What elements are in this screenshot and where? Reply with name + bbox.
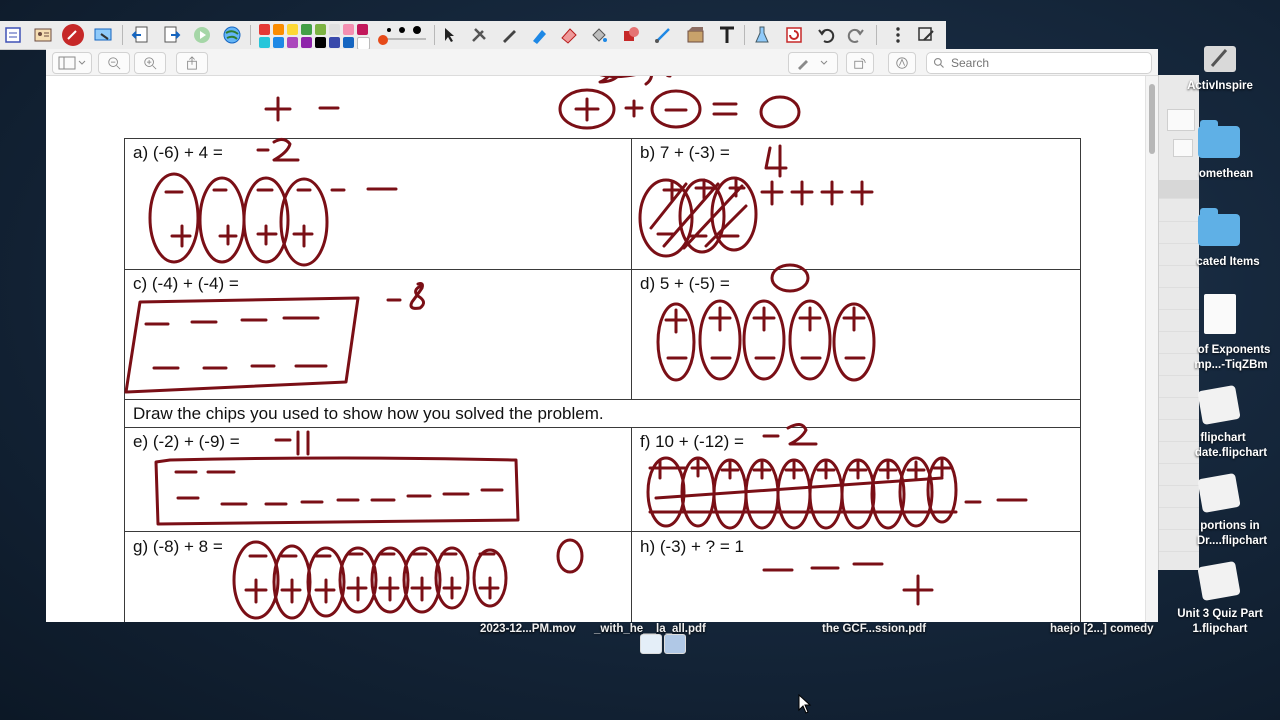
scroll-thumb[interactable] (1149, 84, 1155, 154)
page-forward-icon[interactable] (160, 24, 182, 46)
tools-icon[interactable] (468, 24, 490, 46)
desktop-item-label-line2: mp...-TiqZBm (1194, 359, 1268, 371)
problem-f-text: f) 10 + (-12) = (640, 432, 744, 451)
color-swatch[interactable] (343, 37, 354, 48)
document-toolbar (46, 49, 1158, 76)
desktop-item-label: ActivInspire (1187, 80, 1253, 92)
document-scrollbar[interactable] (1145, 76, 1158, 622)
presenter-icon[interactable] (32, 24, 54, 46)
more-icon[interactable] (887, 24, 909, 46)
play-icon[interactable] (191, 24, 213, 46)
color-swatch[interactable] (329, 37, 340, 48)
pen-icon[interactable] (498, 24, 520, 46)
desktop-item-label: cated Items (1196, 256, 1260, 268)
desktop-file-label[interactable]: 2023-12...PM.mov (480, 623, 576, 635)
page-back-icon[interactable] (130, 24, 152, 46)
desktop-item-label: of Exponents (1197, 344, 1271, 356)
problem-a-text: a) (-6) + 4 = (133, 143, 223, 162)
undo-icon[interactable] (815, 24, 837, 46)
folder-icon (1198, 208, 1240, 246)
zoom-in-button[interactable] (134, 52, 166, 74)
minimized-window-icon[interactable] (664, 634, 686, 654)
worksheet-page: a) (-6) + 4 = b) 7 + (-3) = c) (-4) + (-… (46, 76, 1158, 622)
search-input[interactable] (949, 55, 1143, 71)
desktop-file-label[interactable]: haejo [2...] comedy (1050, 623, 1154, 635)
color-swatch[interactable] (287, 24, 298, 35)
reset-icon[interactable] (783, 24, 805, 46)
pen-width-slider[interactable] (374, 24, 432, 46)
flipchart-file-icon (1197, 560, 1241, 602)
color-swatch[interactable] (259, 24, 270, 35)
color-swatch[interactable] (357, 24, 368, 35)
desktop-item-label: omethean (1198, 168, 1254, 180)
activinspire-icon (1204, 46, 1236, 72)
search-field[interactable] (926, 52, 1152, 74)
fill-icon[interactable] (588, 24, 610, 46)
mouse-cursor-icon (798, 694, 812, 714)
highlighter-icon[interactable] (528, 24, 550, 46)
connector-icon[interactable] (652, 24, 674, 46)
color-swatch[interactable] (343, 24, 354, 35)
color-swatch[interactable] (315, 24, 326, 35)
document-icon (1204, 294, 1236, 334)
annotate-circle-button[interactable] (888, 52, 916, 74)
desktop-item-label-line2: 1.flipchart (1192, 623, 1248, 635)
problem-e-text: e) (-2) + (-9) = (133, 432, 240, 451)
problem-c-text: c) (-4) + (-4) = (133, 274, 239, 293)
desktop-file-label[interactable]: the GCF...ssion.pdf (822, 623, 926, 635)
desktop-item-label-line2: date.flipchart (1194, 447, 1268, 459)
color-swatch[interactable] (259, 37, 270, 48)
document-window: a) (-6) + 4 = b) 7 + (-3) = c) (-4) + (-… (46, 49, 1158, 622)
eraser-icon[interactable] (558, 24, 580, 46)
lab-icon[interactable] (751, 24, 773, 46)
annotation-toolbar (0, 21, 946, 50)
sidebar-toggle-button[interactable] (52, 52, 92, 74)
marquee-icon[interactable] (684, 24, 706, 46)
color-swatch[interactable] (273, 37, 284, 48)
desktop-item-label: Unit 3 Quiz Part (1177, 608, 1263, 620)
share-button[interactable] (176, 52, 208, 74)
color-swatch[interactable] (315, 37, 326, 48)
shape-icon[interactable] (620, 24, 642, 46)
minimized-window-icon[interactable] (640, 634, 662, 654)
background-window (1158, 75, 1199, 570)
select-arrow-icon[interactable] (438, 24, 460, 46)
desktop-annotate-icon[interactable] (92, 24, 114, 46)
problem-g-text: g) (-8) + 8 = (133, 537, 223, 556)
desktop-item-label: flipchart (1200, 432, 1246, 444)
color-swatch[interactable] (287, 37, 298, 48)
markup-button[interactable] (788, 52, 838, 74)
desktop-tools-icon[interactable] (915, 24, 937, 46)
text-icon[interactable] (716, 24, 738, 46)
desktop-item-label: portions in (1200, 520, 1260, 532)
zoom-out-button[interactable] (98, 52, 130, 74)
color-swatch[interactable] (301, 24, 312, 35)
problem-b-text: b) 7 + (-3) = (640, 143, 730, 162)
folder-icon (1198, 120, 1240, 158)
globe-icon[interactable] (221, 24, 243, 46)
search-icon (933, 57, 944, 68)
flipchart-file-icon (1197, 472, 1241, 514)
rotate-button[interactable] (846, 52, 874, 74)
redo-icon[interactable] (845, 24, 867, 46)
flipchart-file-icon (1197, 384, 1241, 426)
color-swatch[interactable] (273, 24, 284, 35)
pen-red-icon[interactable] (62, 24, 84, 46)
instruction-text: Draw the chips you used to show how you … (133, 404, 604, 423)
problem-d-text: d) 5 + (-5) = (640, 274, 730, 293)
desktop-item-label-line2: Dr....flipchart (1196, 535, 1268, 547)
flipchart-icon[interactable] (2, 24, 24, 46)
color-swatch[interactable] (329, 24, 340, 35)
color-swatch[interactable] (301, 37, 312, 48)
problem-h-text: h) (-3) + ? = 1 (640, 537, 744, 556)
